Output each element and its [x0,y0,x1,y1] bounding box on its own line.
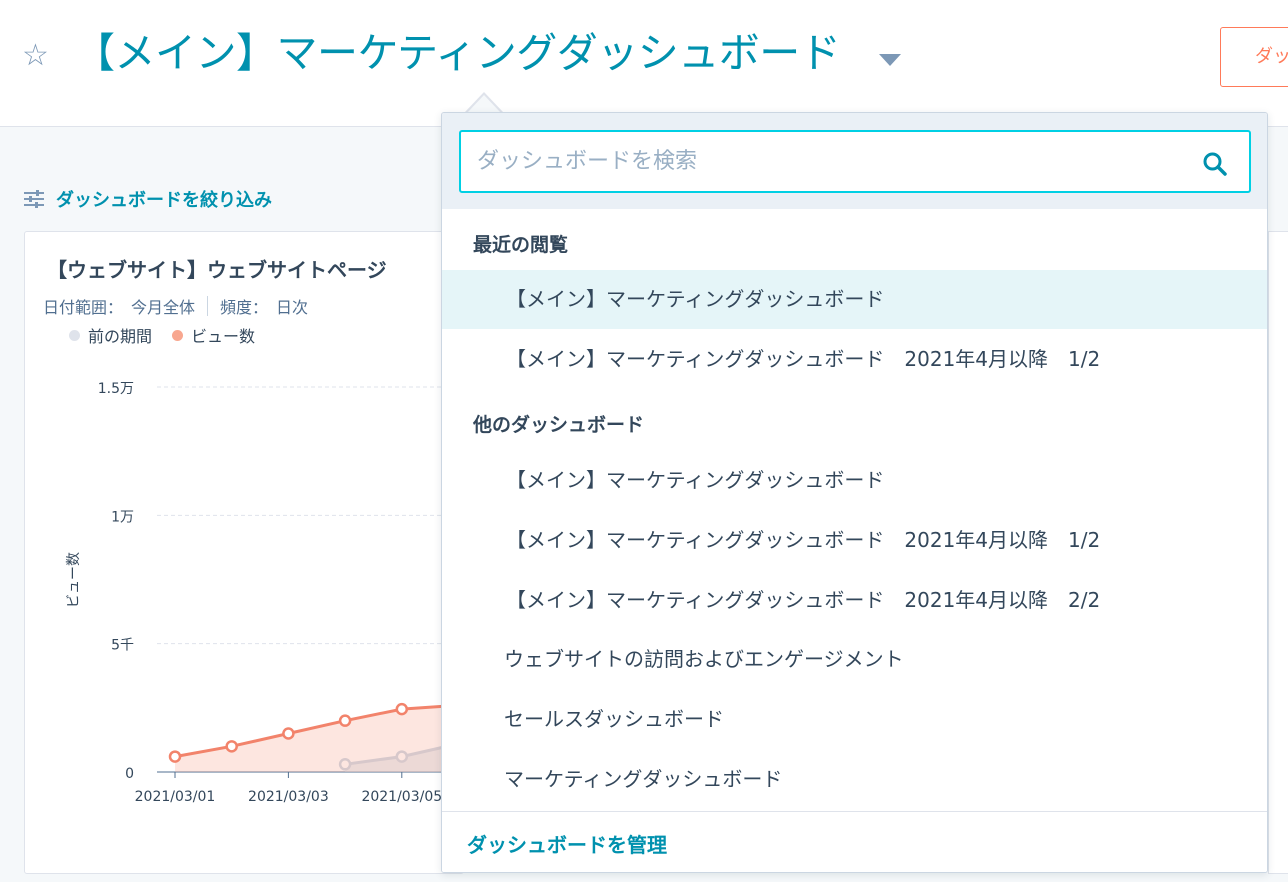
legend-item-previous[interactable]: 前の期間 [69,323,152,347]
dashboard-switcher-dropdown: 最近の閲覧 【メイン】マーケティングダッシュボード 【メイン】マーケティングダッ… [441,112,1268,873]
list-item[interactable]: セールスダッシュボード [442,690,1267,749]
list-item[interactable]: 【メイン】マーケティングダッシュボード 2021年4月以降 1/2 [442,330,1267,389]
dropdown-footer: ダッシュボードを管理 [442,811,1267,872]
dropdown-pointer-inner [467,95,501,113]
list-item[interactable]: 【メイン】マーケティングダッシュボード [442,451,1267,510]
meta-divider [207,296,209,316]
list-item[interactable]: 【メイン】マーケティングダッシュボード 2021年4月以降 2/2 [442,571,1267,630]
frequency-label: 頻度： [220,298,269,317]
list-item[interactable]: マーケティングダッシュボード [442,750,1267,809]
filter-dashboard-label: ダッシュボードを絞り込み [56,190,272,211]
list-item[interactable]: 【メイン】マーケティングダッシュボード 2021年4月以降 1/2 [442,511,1267,570]
report-meta: 日付範囲： 今月全体 頻度： 日次 [43,294,308,318]
frequency-value: 日次 [276,298,309,317]
list-item[interactable]: ウェブサイトの訪問およびエンゲージメント [442,630,1267,689]
dashboard-search-input[interactable] [459,130,1251,193]
legend-dot [172,329,184,341]
dashboard-title[interactable]: 【メイン】マーケティングダッシュボード [74,26,841,80]
legend-label: ビュー数 [191,327,256,346]
filter-dashboard-link[interactable]: ダッシュボードを絞り込み [24,186,272,212]
legend-item-views[interactable]: ビュー数 [172,323,255,347]
recent-heading: 最近の閲覧 [473,234,569,256]
dashboard-header: ☆ 【メイン】マーケティングダッシュボード ダッ [0,0,1288,127]
date-range-label: 日付範囲： [43,298,124,317]
dashboard-action-button[interactable]: ダッ [1220,27,1288,87]
adjacent-report-card [1268,231,1288,874]
favorite-star-icon[interactable]: ☆ [22,38,49,74]
chevron-down-icon[interactable] [879,54,901,66]
search-area [442,113,1267,209]
other-heading: 他のダッシュボード [473,414,645,436]
report-title[interactable]: 【ウェブサイト】ウェブサイトページ [47,254,387,283]
legend-label: 前の期間 [88,327,153,346]
report-card: 【ウェブサイト】ウェブサイトページ 日付範囲： 今月全体 頻度： 日次 前の期間… [24,231,464,874]
sliders-icon [24,190,44,208]
legend-dot [69,329,80,341]
manage-dashboards-link[interactable]: ダッシュボードを管理 [467,829,667,858]
search-icon[interactable] [1202,151,1228,177]
list-item[interactable]: 【メイン】マーケティングダッシュボード [442,270,1267,329]
date-range-value: 今月全体 [131,298,196,317]
chart-legend: 前の期間 ビュー数 [69,323,275,347]
